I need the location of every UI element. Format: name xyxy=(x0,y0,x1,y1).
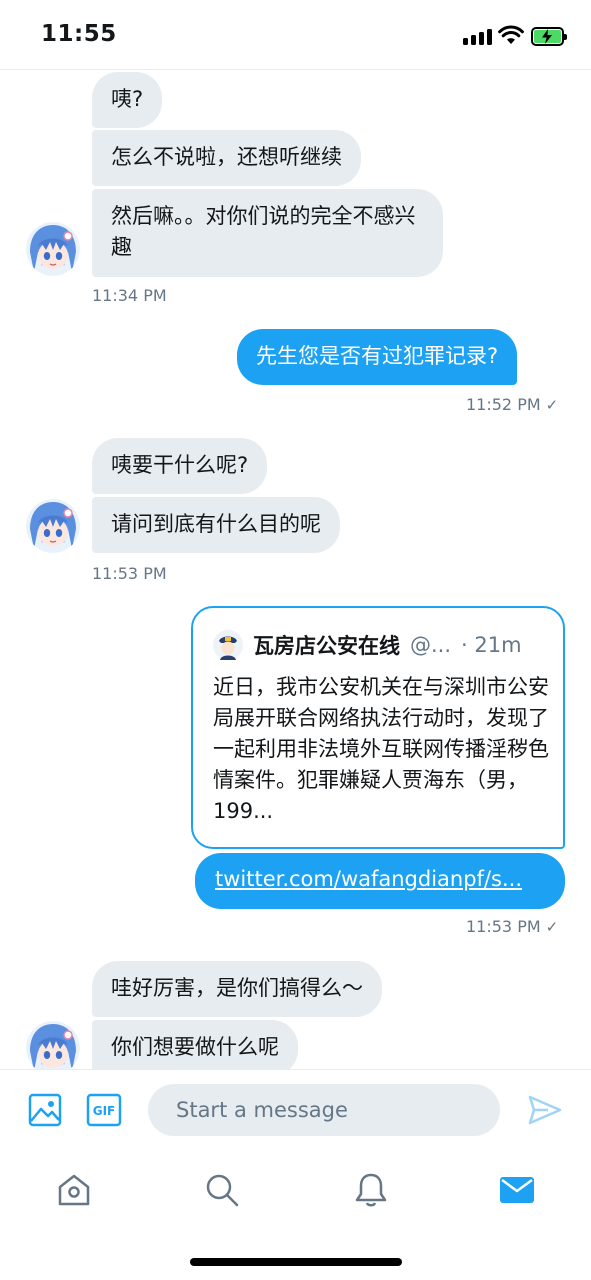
wifi-icon xyxy=(498,25,524,44)
tab-search[interactable] xyxy=(197,1165,247,1215)
home-indicator[interactable] xyxy=(190,1258,402,1266)
tab-messages[interactable] xyxy=(492,1165,542,1215)
quoted-tweet-handle: @... xyxy=(410,633,452,657)
status-bar: 11:55 xyxy=(0,0,591,70)
tab-home[interactable] xyxy=(49,1165,99,1215)
sent-check-icon: ✓ xyxy=(545,918,559,936)
message-composer: GIF xyxy=(0,1069,591,1151)
search-icon xyxy=(206,1174,239,1207)
quoted-tweet-author: 瓦房店公安在线 xyxy=(253,634,400,658)
quoted-tweet-header: 瓦房店公安在线 @... · 21m xyxy=(213,628,547,662)
status-time: 11:55 xyxy=(41,21,117,47)
tab-notifications[interactable] xyxy=(346,1165,396,1215)
message-incoming[interactable]: 然后嘛。。对你们说的完全不感兴趣 xyxy=(92,189,443,277)
message-incoming[interactable]: 你们想要做什么呢 xyxy=(92,1020,298,1069)
svg-text:GIF: GIF xyxy=(93,1104,116,1118)
battery-icon xyxy=(531,27,567,46)
send-icon[interactable] xyxy=(528,1094,562,1126)
avatar[interactable] xyxy=(26,222,80,276)
message-timestamp: 11:53 PM ✓ xyxy=(466,917,558,936)
message-outgoing[interactable]: 先生您是否有过犯罪记录? xyxy=(237,329,518,385)
police-avatar-icon xyxy=(213,630,243,660)
quoted-tweet-text: 近日，我市公安机关在与深圳市公安局展开联合网络执法行动时，发现了一起利用非法境外… xyxy=(213,675,549,823)
home-icon xyxy=(58,1174,90,1206)
sent-check-icon: ✓ xyxy=(545,396,559,414)
tweet-link[interactable]: twitter.com/wafangdianpf/s... xyxy=(195,853,565,909)
timestamp-text: 11:53 PM xyxy=(466,917,541,936)
message-input[interactable] xyxy=(148,1084,500,1136)
message-incoming[interactable]: 咦要干什么呢? xyxy=(92,438,268,494)
cellular-signal-icon xyxy=(463,29,493,45)
message-timestamp: 11:52 PM ✓ xyxy=(466,395,558,414)
message-timestamp: 11:34 PM xyxy=(92,286,167,305)
mail-icon xyxy=(500,1177,534,1203)
message-incoming[interactable]: 哇好厉害，是你们搞得么～ xyxy=(92,961,382,1017)
message-timestamp: 11:53 PM xyxy=(92,564,167,583)
tab-bar xyxy=(0,1151,591,1280)
image-icon[interactable] xyxy=(28,1093,62,1127)
message-incoming[interactable]: 请问到底有什么目的呢 xyxy=(92,497,340,553)
bell-icon xyxy=(355,1173,387,1207)
timestamp-text: 11:52 PM xyxy=(466,395,541,414)
avatar[interactable] xyxy=(26,499,80,553)
conversation[interactable]: 咦? 怎么不说啦，还想听继续 然后嘛。。对你们说的完全不感兴趣 11:34 PM… xyxy=(0,71,591,1069)
gif-icon[interactable]: GIF xyxy=(86,1093,122,1127)
quoted-tweet-card[interactable]: 瓦房店公安在线 @... · 21m 近日，我市公安机关在与深圳市公安局展开联合… xyxy=(191,606,565,849)
quoted-tweet-time: · 21m xyxy=(461,633,522,657)
message-incoming[interactable]: 怎么不说啦，还想听继续 xyxy=(92,130,361,186)
message-incoming[interactable]: 咦? xyxy=(92,72,163,128)
avatar[interactable] xyxy=(26,1021,80,1069)
